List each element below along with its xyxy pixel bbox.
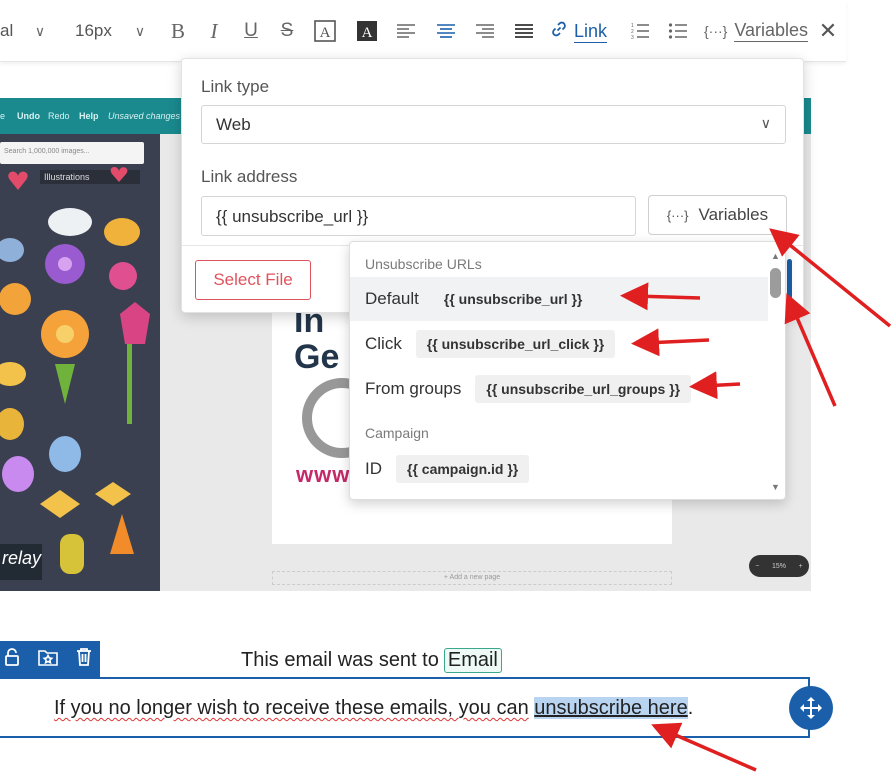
variable-option-default[interactable]: Default {{ unsubscribe_url }} — [350, 277, 768, 321]
preview-headline-2: Ge — [294, 338, 340, 376]
select-file-button[interactable]: Select File — [195, 260, 311, 300]
svg-text:A: A — [362, 25, 373, 41]
focus-indicator — [787, 259, 792, 299]
chevron-down-icon: ∨ — [760, 115, 771, 131]
braces-icon: {···} — [704, 23, 728, 39]
footer-text[interactable]: If you no longer wish to receive these e… — [54, 697, 693, 720]
variable-code: {{ campaign.id }} — [396, 455, 530, 483]
illustration-thumbnails: relay — [0, 167, 150, 580]
chevron-down-icon[interactable]: ∨ — [28, 18, 52, 44]
bullet-list-icon[interactable] — [666, 18, 690, 44]
font-size-select[interactable]: 16px — [75, 20, 112, 42]
close-icon[interactable]: ✕ — [816, 18, 840, 44]
variable-name: From groups — [365, 379, 462, 398]
variable-option-click[interactable]: Click {{ unsubscribe_url_click }} — [350, 322, 768, 366]
variable-option-campaign-id[interactable]: ID {{ campaign.id }} — [350, 447, 768, 491]
variable-option-from-groups[interactable]: From groups {{ unsubscribe_url_groups }} — [350, 367, 768, 411]
move-block-button[interactable] — [789, 686, 833, 730]
group-unsubscribe-urls: Unsubscribe URLs — [365, 256, 482, 272]
email-merge-tag[interactable]: Email — [443, 648, 502, 673]
preview-undo: Undo — [17, 111, 40, 121]
preview-help: Help — [79, 111, 99, 121]
variables-label: Variables — [734, 20, 809, 42]
font-family-select[interactable]: al — [0, 20, 13, 42]
link-label: Link — [574, 20, 608, 43]
zoom-value: 15% — [771, 562, 786, 570]
link-address-input[interactable]: {{ unsubscribe_url }} — [201, 196, 636, 236]
link-type-label: Link type — [201, 77, 270, 96]
footer-before-text: If you no longer wish to receive these e… — [54, 697, 529, 719]
unlock-icon[interactable] — [0, 647, 24, 672]
preview-zoom: − 15% + — [749, 555, 809, 577]
scrollbar-thumb[interactable] — [770, 268, 781, 298]
variable-name: ID — [365, 459, 382, 478]
block-toolbar — [0, 641, 100, 677]
svg-text:A: A — [320, 25, 331, 41]
unsubscribe-link[interactable]: unsubscribe here — [534, 697, 688, 719]
footer-after-text: . — [687, 697, 694, 719]
italic-icon[interactable]: I — [202, 18, 226, 44]
toolbar-variables-button[interactable]: {···} Variables — [704, 20, 809, 42]
variable-name: Default — [365, 289, 419, 308]
dropdown-scrollbar[interactable]: ▲ ▼ — [767, 242, 785, 499]
braces-icon: {···} — [666, 207, 689, 223]
variable-code: {{ unsubscribe_url }} — [443, 291, 583, 307]
strikethrough-icon[interactable]: S — [275, 18, 299, 44]
preview-www: www — [296, 462, 351, 487]
chevron-down-icon[interactable]: ∨ — [128, 18, 152, 44]
bold-icon[interactable]: B — [166, 18, 190, 44]
preview-unsaved: Unsaved changes — [108, 111, 181, 121]
preview-brand: relay — [2, 548, 42, 568]
align-left-icon[interactable] — [394, 18, 418, 44]
popup-variables-label: Variables — [698, 205, 769, 224]
align-right-icon[interactable] — [473, 18, 497, 44]
link-type-value: Web — [216, 115, 251, 134]
scroll-up-icon[interactable]: ▲ — [771, 251, 780, 261]
popup-variables-button[interactable]: {···} Variables — [648, 195, 787, 235]
editor-toolbar: al ∨ 16px ∨ B I U S A A Link 123 {···} V… — [0, 0, 846, 62]
variable-code: {{ unsubscribe_url_groups }} — [475, 375, 692, 403]
save-block-icon[interactable] — [36, 648, 60, 671]
align-center-icon[interactable] — [434, 18, 458, 44]
sent-to-line: This email was sent to Email — [241, 648, 502, 673]
move-arrows-icon — [800, 697, 822, 719]
text-color-icon[interactable]: A — [313, 18, 337, 44]
sent-to-text: This email was sent to — [241, 649, 439, 671]
link-button[interactable]: Link — [550, 20, 608, 43]
scroll-down-icon[interactable]: ▼ — [771, 482, 780, 492]
underline-icon[interactable]: U — [239, 18, 263, 44]
zoom-minus-icon: − — [755, 562, 760, 570]
justify-icon[interactable] — [512, 18, 536, 44]
preview-menu-e: e — [0, 111, 6, 121]
background-color-icon[interactable]: A — [355, 18, 379, 44]
svg-text:3: 3 — [631, 35, 634, 40]
preview-redo: Redo — [48, 111, 70, 121]
variable-code: {{ unsubscribe_url_click }} — [415, 330, 616, 358]
preview-add-page: + Add a new page — [272, 571, 672, 585]
variables-dropdown: Unsubscribe URLs Default {{ unsubscribe_… — [349, 241, 786, 500]
link-type-select[interactable]: Web ∨ — [201, 105, 786, 144]
delete-icon[interactable] — [72, 647, 96, 672]
ordered-list-icon[interactable]: 123 — [628, 18, 652, 44]
link-address-label: Link address — [201, 167, 298, 186]
preview-sidebar: Search 1,000,000 images... Illustrations — [0, 134, 160, 591]
group-campaign: Campaign — [365, 425, 429, 441]
zoom-plus-icon: + — [798, 562, 803, 570]
variable-name: Click — [365, 334, 402, 353]
link-icon — [550, 20, 568, 43]
